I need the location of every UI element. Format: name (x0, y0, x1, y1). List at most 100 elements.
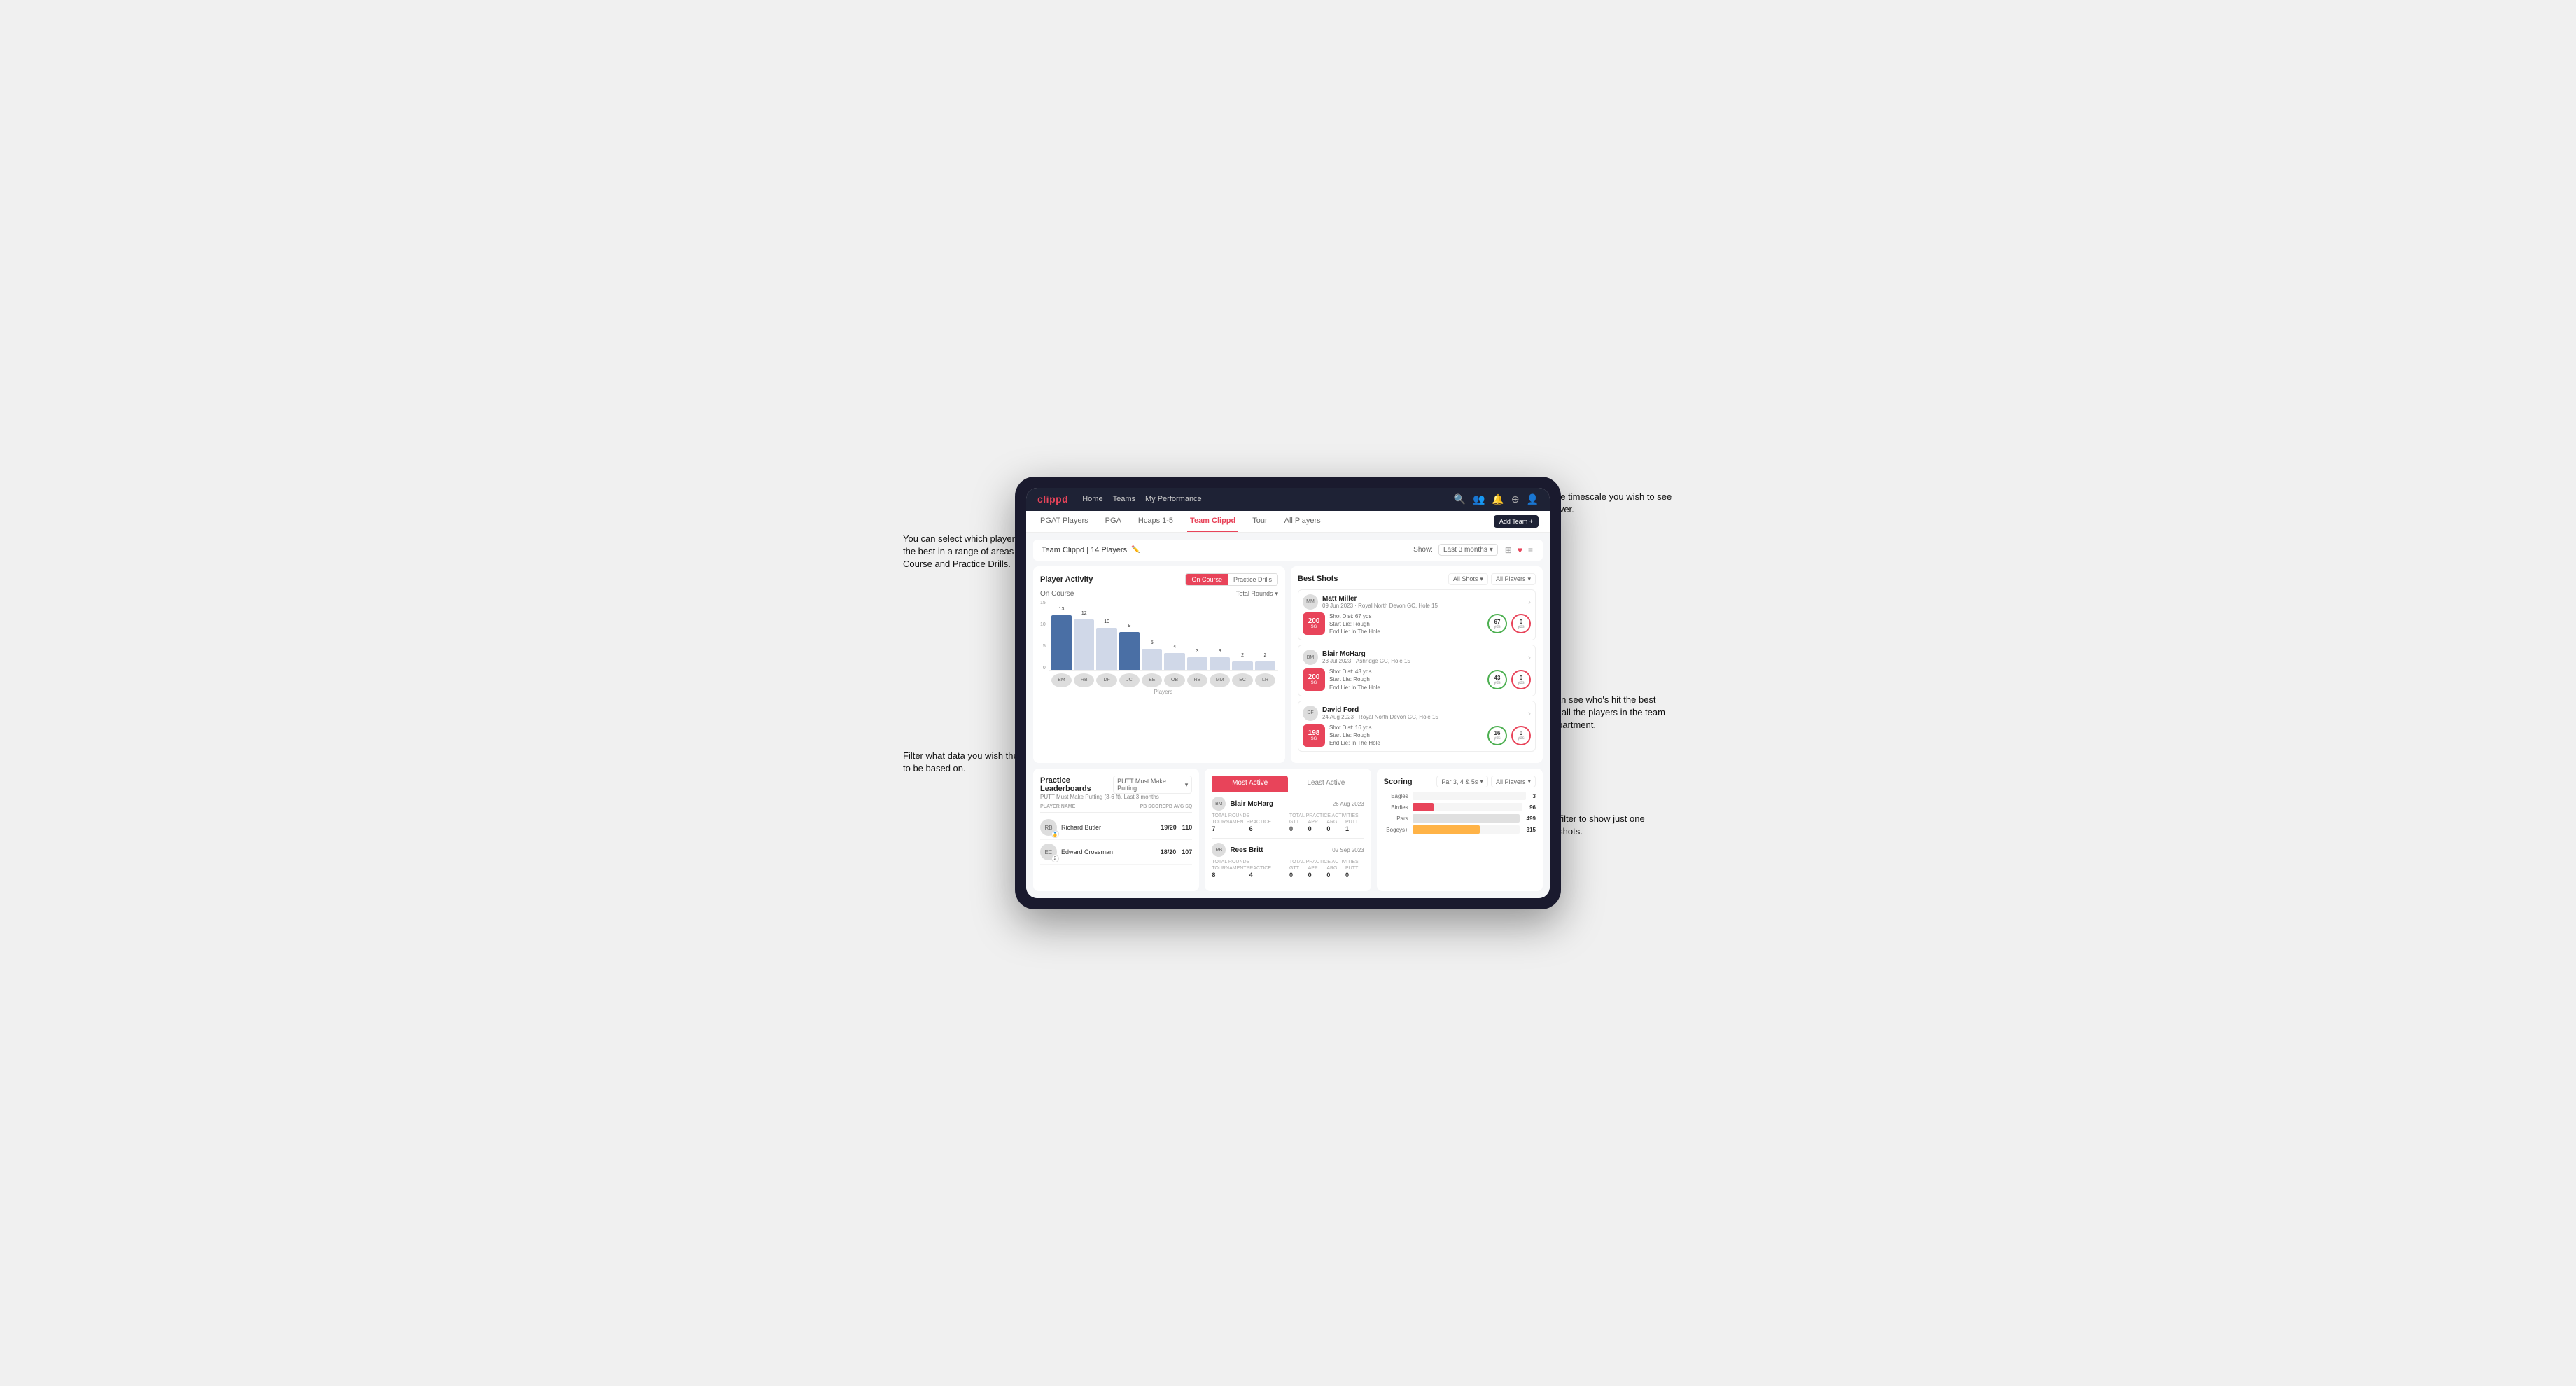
practice-drills-toggle[interactable]: Practice Drills (1228, 574, 1278, 585)
search-icon[interactable]: 🔍 (1454, 493, 1466, 505)
rounds-section-2: Total Rounds Tournament Practice 8 4 (1212, 860, 1287, 878)
tab-least-active[interactable]: Least Active (1288, 776, 1364, 792)
scoring-card: Scoring Par 3, 4 & 5s ▾ All Players ▾ (1377, 769, 1543, 891)
add-team-button[interactable]: Add Team + (1494, 515, 1539, 528)
app-val-1: 0 (1308, 825, 1327, 832)
shot-badge-value-3: 198 (1308, 730, 1320, 737)
scoring-players-dropdown[interactable]: All Players ▾ (1491, 776, 1536, 788)
app-val-2: 0 (1308, 872, 1327, 878)
people-icon[interactable]: 👥 (1473, 493, 1485, 505)
bar-6[interactable]: 3 (1187, 657, 1208, 670)
bar-2[interactable]: 10 (1096, 628, 1116, 670)
gtt-val-2: 0 (1289, 872, 1308, 878)
scoring-bar-wrap-1 (1413, 803, 1522, 811)
bar-0[interactable]: 13 (1051, 615, 1072, 670)
shot-item-3: DF David Ford 24 Aug 2023 · Royal North … (1298, 701, 1536, 752)
scoring-bar-wrap-3 (1413, 825, 1520, 834)
bar-value-9: 2 (1264, 653, 1266, 658)
bar-group-4: 5 (1142, 649, 1162, 670)
shot-chevron-icon-3[interactable]: › (1528, 708, 1531, 718)
show-filter: Show: Last 3 months ▾ ⊞ ♥ ≡ (1413, 544, 1534, 556)
bar-1[interactable]: 12 (1074, 620, 1094, 670)
all-players-dropdown[interactable]: All Players ▾ (1491, 573, 1536, 585)
shot-chevron-icon-2[interactable]: › (1528, 652, 1531, 662)
plus-circle-icon[interactable]: ⊕ (1511, 493, 1520, 505)
nav-performance[interactable]: My Performance (1145, 495, 1202, 503)
bell-icon[interactable]: 🔔 (1492, 493, 1504, 505)
shot-stats-1: 200 SG Shot Dist: 67 ydsStart Lie: Rough… (1303, 612, 1531, 636)
col-player-name: PLAYER NAME (1040, 804, 1140, 809)
main-grid: Player Activity On Course Practice Drill… (1033, 566, 1543, 764)
total-rounds-label: Total Rounds (1236, 590, 1273, 597)
nav-teams[interactable]: Teams (1113, 495, 1135, 503)
leaderboard-dropdown[interactable]: PUTT Must Make Putting... ▾ (1113, 776, 1192, 794)
divider (1212, 838, 1364, 839)
time-filter-dropdown[interactable]: Last 3 months ▾ (1438, 544, 1498, 556)
lb-pb-2: 18/20 (1161, 848, 1177, 855)
scoring-bar-wrap-2 (1413, 814, 1520, 822)
putt-val-1: 1 (1345, 825, 1364, 832)
best-shots-title: Best Shots (1298, 575, 1338, 583)
tab-pga[interactable]: PGA (1102, 511, 1124, 532)
bar-group-3: 9 (1119, 632, 1140, 670)
bar-7[interactable]: 3 (1210, 657, 1230, 670)
shot-player-info-1: Matt Miller 09 Jun 2023 · Royal North De… (1322, 595, 1438, 609)
bar-4[interactable]: 5 (1142, 649, 1162, 670)
par-filter-chevron: ▾ (1480, 778, 1483, 785)
leaderboard-dropdown-label: PUTT Must Make Putting... (1117, 778, 1183, 792)
practice-section-2: Total Practice Activities GTT APP ARG PU… (1289, 860, 1364, 878)
avatar-1: RB (1074, 673, 1094, 687)
shot-player-name-3: David Ford (1322, 706, 1438, 714)
bar-group-8: 2 (1232, 662, 1252, 670)
tab-team-clippd[interactable]: Team Clippd (1187, 511, 1238, 532)
heart-view-icon[interactable]: ♥ (1516, 544, 1524, 556)
par-filter-dropdown[interactable]: Par 3, 4 & 5s ▾ (1436, 776, 1488, 788)
bar-9[interactable]: 2 (1255, 662, 1275, 670)
putt-val-2: 0 (1345, 872, 1364, 878)
tab-all-players[interactable]: All Players (1282, 511, 1324, 532)
scoring-label-0: Eagles (1384, 793, 1408, 799)
tab-most-active[interactable]: Most Active (1212, 776, 1288, 792)
shot-item-2: BM Blair McHarg 23 Jul 2023 · Ashridge G… (1298, 645, 1536, 696)
tab-hcaps[interactable]: Hcaps 1-5 (1135, 511, 1176, 532)
shot-badge-3: 198 SG (1303, 724, 1325, 747)
bar-group-5: 4 (1164, 653, 1184, 670)
shot-stats-3: 198 SG Shot Dist: 16 ydsStart Lie: Rough… (1303, 724, 1531, 748)
stat-circle-2a: 43 yds (1488, 670, 1507, 690)
most-active-card: Most Active Least Active BM Blair McHarg… (1205, 769, 1371, 891)
shot-desc-1: Shot Dist: 67 ydsStart Lie: RoughEnd Lie… (1329, 612, 1483, 636)
best-shots-header: Best Shots All Shots ▾ All Players ▾ (1298, 573, 1536, 585)
bar-3[interactable]: 9 (1119, 632, 1140, 670)
shot-item-1: MM Matt Miller 09 Jun 2023 · Royal North… (1298, 589, 1536, 641)
bar-value-2: 10 (1104, 620, 1110, 624)
shot-avatar-2: BM (1303, 650, 1318, 665)
total-rounds-filter[interactable]: Total Rounds ▾ (1236, 590, 1278, 598)
top-navigation: clippd Home Teams My Performance 🔍 👥 🔔 ⊕… (1026, 488, 1550, 511)
lb-player-2: EC 2 Edward Crossman (1040, 844, 1155, 860)
bar-8[interactable]: 2 (1232, 662, 1252, 670)
scoring-title: Scoring (1384, 778, 1413, 786)
leaderboard-card: Practice Leaderboards PUTT Must Make Put… (1033, 769, 1199, 891)
grid-view-icon[interactable]: ⊞ (1504, 544, 1513, 556)
player-activity-card: Player Activity On Course Practice Drill… (1033, 566, 1285, 764)
shot-chevron-icon-1[interactable]: › (1528, 597, 1531, 607)
bar-5[interactable]: 4 (1164, 653, 1184, 670)
bar-chart: 1312109543322 (1049, 601, 1278, 671)
bar-value-6: 3 (1196, 649, 1198, 654)
par-filter-label: Par 3, 4 & 5s (1441, 778, 1478, 785)
list-view-icon[interactable]: ≡ (1527, 544, 1534, 556)
tab-tour[interactable]: Tour (1250, 511, 1270, 532)
user-icon[interactable]: 👤 (1527, 493, 1539, 505)
stat-circle-2b: 0 yds (1511, 670, 1531, 690)
player-avatars-row: BMRBDFJCEEOBRBMMECLR (1049, 671, 1278, 687)
bar-group-9: 2 (1255, 662, 1275, 670)
shot-badge-sub-1: SG (1311, 625, 1317, 629)
edit-icon[interactable]: ✏️ (1131, 546, 1140, 554)
bar-value-7: 3 (1219, 649, 1222, 654)
gtt-val-1: 0 (1289, 825, 1308, 832)
shot-stats-2: 200 SG Shot Dist: 43 ydsStart Lie: Rough… (1303, 668, 1531, 692)
tab-pgat-players[interactable]: PGAT Players (1037, 511, 1091, 532)
on-course-toggle[interactable]: On Course (1186, 574, 1228, 585)
nav-home[interactable]: Home (1082, 495, 1102, 503)
all-shots-dropdown[interactable]: All Shots ▾ (1448, 573, 1488, 585)
